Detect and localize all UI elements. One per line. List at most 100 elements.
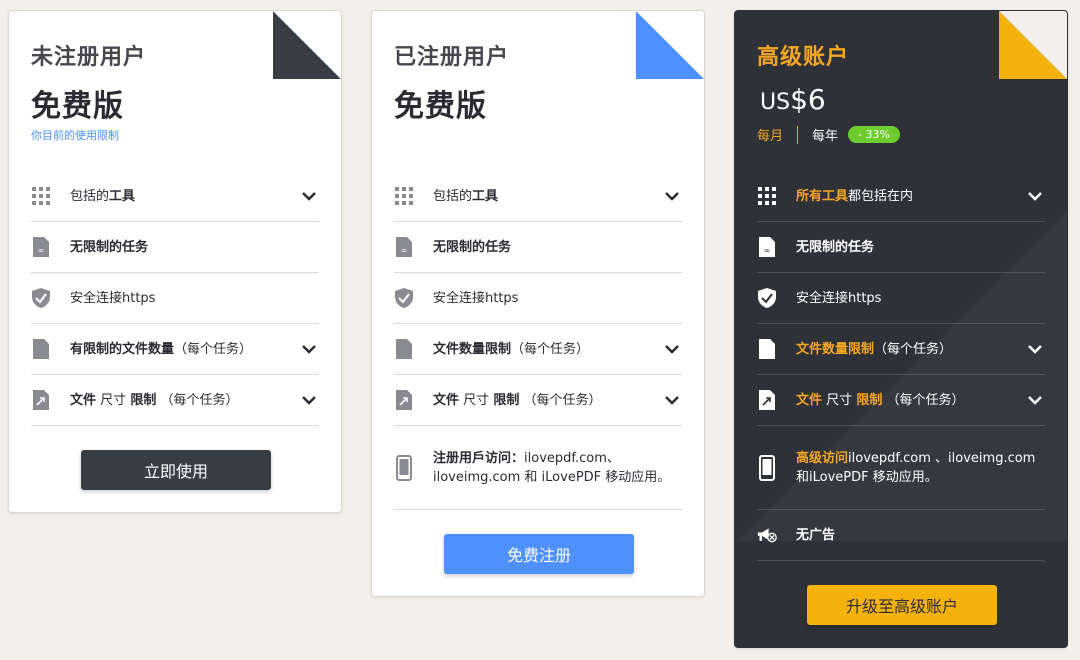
chevron-down-icon[interactable] xyxy=(301,392,317,408)
infinity-file-icon: ∞ xyxy=(757,237,777,257)
chevron-down-icon[interactable] xyxy=(301,341,317,357)
feature-label: 注册用戶访问：ilovepdf.com、iloveimg.com 和 iLove… xyxy=(433,449,682,487)
price-currency: US xyxy=(760,90,791,115)
feature-tools[interactable]: 包括的工具 xyxy=(394,171,682,222)
feature-label-highlight: 文件 xyxy=(796,392,823,408)
feature-label-bold: 限制 xyxy=(493,392,520,408)
feature-label-bold: 文件数量限制 xyxy=(433,341,512,357)
shield-check-icon xyxy=(394,288,414,308)
feature-file-count[interactable]: 文件数量限制（每个任务） xyxy=(394,324,682,375)
chevron-down-icon[interactable] xyxy=(664,341,680,357)
billing-monthly[interactable]: 每月 xyxy=(757,125,783,144)
mobile-icon xyxy=(757,454,777,481)
price-amount: $6 xyxy=(790,83,826,116)
file-icon xyxy=(31,339,51,359)
feature-label: 文件数量限制（每个任务） xyxy=(433,340,664,359)
feature-label-highlight: 高级访问 xyxy=(796,450,849,466)
shield-check-icon xyxy=(757,288,777,308)
feature-label-bold: 工具 xyxy=(472,188,499,204)
plan-subtitle: 免费版 xyxy=(31,89,124,124)
feature-label-part: 尺寸 xyxy=(463,392,490,408)
feature-tools[interactable]: 包括的工具 xyxy=(31,171,319,222)
use-now-button[interactable]: 立即使用 xyxy=(81,450,271,490)
billing-divider xyxy=(797,125,799,144)
feature-label-bold: 工具 xyxy=(109,188,136,204)
feature-tools[interactable]: 所有工具都包括在内 xyxy=(757,171,1045,222)
usage-limit-link[interactable]: 你目前的使用限制 xyxy=(31,127,119,143)
feature-label-bold: 文件 xyxy=(433,392,460,408)
feature-list: 包括的工具 ∞ 无限制的任务 安全连接https 有限制的文件数量（每个任务） xyxy=(31,171,319,426)
feature-label-part: ilovepdf.com 、iloveimg.com 和iLovePDF 移动应… xyxy=(796,450,1036,485)
feature-label-part: （每个任务） xyxy=(174,341,253,357)
feature-unlimited-tasks: ∞ 无限制的任务 xyxy=(31,222,319,273)
feature-file-count[interactable]: 有限制的文件数量（每个任务） xyxy=(31,324,319,375)
chevron-down-icon[interactable] xyxy=(1027,188,1043,204)
chevron-down-icon[interactable] xyxy=(664,188,680,204)
feature-label-part: （每个任务） xyxy=(886,392,965,408)
feature-list: 包括的工具 ∞ 无限制的任务 安全连接https 文件数量限制（每个任务） 文件… xyxy=(394,171,682,510)
discount-badge: - 33% xyxy=(848,126,900,143)
feature-label: 无限制的任务 xyxy=(433,239,512,255)
register-free-button[interactable]: 免费注册 xyxy=(444,534,634,574)
shield-check-icon xyxy=(31,288,51,308)
chevron-down-icon[interactable] xyxy=(1027,392,1043,408)
billing-toggle: 每月 每年 - 33% xyxy=(757,125,900,144)
file-resize-icon xyxy=(394,390,414,410)
feature-label: 安全连接https xyxy=(70,290,156,306)
grid-icon xyxy=(31,186,51,206)
plan-card-registered: 已注册用户 免费版 包括的工具 ∞ 无限制的任务 安全连接https 文件数量限… xyxy=(371,10,705,597)
plan-title: 未注册用户 xyxy=(31,45,147,70)
feature-label-part: 尺寸 xyxy=(826,392,853,408)
feature-label-part: 尺寸 xyxy=(100,392,127,408)
feature-label-bold: 有限制的文件数量 xyxy=(70,341,175,357)
upgrade-premium-button[interactable]: 升级至高级账户 xyxy=(807,585,997,625)
feature-file-size[interactable]: 文件 尺寸 限制 （每个任务） xyxy=(394,375,682,426)
grid-icon xyxy=(394,186,414,206)
svg-text:∞: ∞ xyxy=(401,246,408,255)
feature-label: 文件 尺寸 限制 （每个任务） xyxy=(70,391,301,410)
chevron-down-icon[interactable] xyxy=(301,188,317,204)
feature-file-count[interactable]: 文件数量限制（每个任务） xyxy=(757,324,1045,375)
feature-label: 文件 尺寸 限制 （每个任务） xyxy=(796,391,1027,410)
feature-label-part: 包括的 xyxy=(70,188,110,204)
feature-label: 有限制的文件数量（每个任务） xyxy=(70,340,301,359)
feature-access: 注册用戶访问：ilovepdf.com、iloveimg.com 和 iLove… xyxy=(394,426,682,510)
feature-label: 安全连接https xyxy=(796,290,882,306)
feature-label: 文件 尺寸 限制 （每个任务） xyxy=(433,391,664,410)
plan-card-premium: 高级账户 US$6 每月 每年 - 33% 所有工具都包括在内 ∞ 无限制的任务… xyxy=(734,10,1068,648)
chevron-down-icon[interactable] xyxy=(1027,341,1043,357)
plan-card-unregistered: 未注册用户 免费版 你目前的使用限制 包括的工具 ∞ 无限制的任务 安全连接ht… xyxy=(8,10,342,513)
feature-file-size[interactable]: 文件 尺寸 限制 （每个任务） xyxy=(31,375,319,426)
file-icon xyxy=(757,339,777,359)
feature-label: 包括的工具 xyxy=(70,187,301,206)
grid-icon xyxy=(757,186,777,206)
file-icon xyxy=(394,339,414,359)
feature-label: 安全连接https xyxy=(433,290,519,306)
price: US$6 xyxy=(760,83,826,116)
feature-list: 所有工具都包括在内 ∞ 无限制的任务 安全连接https 文件数量限制（每个任务… xyxy=(757,171,1045,561)
feature-file-size[interactable]: 文件 尺寸 限制 （每个任务） xyxy=(757,375,1045,426)
svg-text:∞: ∞ xyxy=(764,246,771,255)
feature-label-part: （每个任务） xyxy=(523,392,602,408)
file-resize-icon xyxy=(31,390,51,410)
feature-label: 所有工具都包括在内 xyxy=(796,187,1027,206)
infinity-file-icon: ∞ xyxy=(31,237,51,257)
feature-secure: 安全连接https xyxy=(757,273,1045,324)
feature-label-highlight: 文件数量限制 xyxy=(796,341,875,357)
corner-fold-icon xyxy=(636,11,704,79)
feature-label: 包括的工具 xyxy=(433,187,664,206)
feature-label: 文件数量限制（每个任务） xyxy=(796,340,1027,359)
feature-label-part: （每个任务） xyxy=(874,341,953,357)
feature-label-part: （每个任务） xyxy=(160,392,239,408)
chevron-down-icon[interactable] xyxy=(664,392,680,408)
plan-subtitle: 免费版 xyxy=(394,89,487,124)
feature-label: 无限制的任务 xyxy=(70,239,149,255)
feature-label-part: （每个任务） xyxy=(511,341,590,357)
feature-unlimited-tasks: ∞ 无限制的任务 xyxy=(394,222,682,273)
feature-label-bold: 注册用戶访问： xyxy=(433,450,525,466)
feature-no-ads: 无广告 xyxy=(757,510,1045,561)
feature-label-bold: 文件 xyxy=(70,392,97,408)
billing-yearly[interactable]: 每年 xyxy=(812,125,838,144)
feature-label-highlight: 所有工具 xyxy=(796,188,849,204)
feature-access: 高级访问ilovepdf.com 、iloveimg.com 和iLovePDF… xyxy=(757,426,1045,510)
